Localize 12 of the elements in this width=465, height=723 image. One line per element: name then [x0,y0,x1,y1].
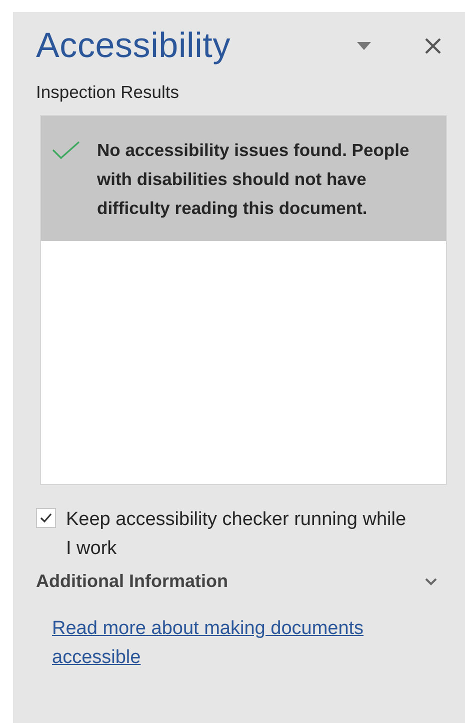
pane-title: Accessibility [36,26,232,66]
checkmark-icon [51,140,81,160]
section-header[interactable]: Additional Information [36,571,445,592]
section-label: Inspection Results [36,82,180,103]
result-item[interactable]: No accessibility issues found. People with disabilities should not have difficulty reading this document. [41,116,446,241]
checkbox[interactable] [36,508,56,528]
checkbox-label[interactable]: Keep accessibility checker running while I work [66,505,416,563]
dropdown-arrow-icon[interactable] [357,42,371,50]
chevron-icon [425,578,437,586]
info-link[interactable]: Read more about making documents accessible [52,614,422,672]
check-icon [40,513,52,523]
close-icon[interactable] [425,38,441,54]
